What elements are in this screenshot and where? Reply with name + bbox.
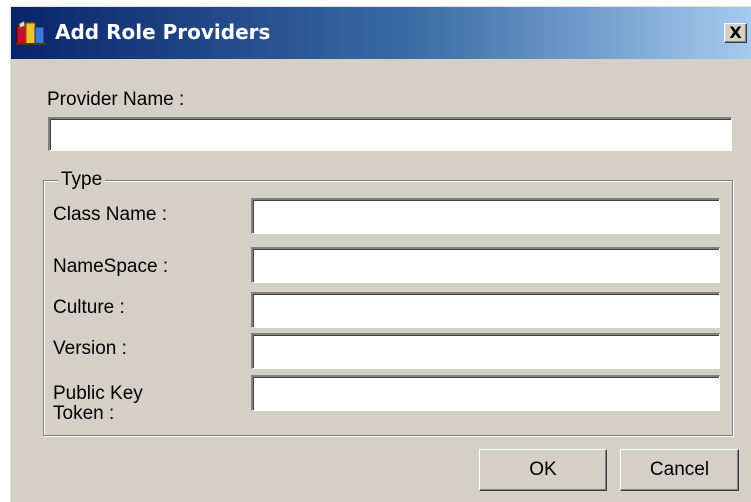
public-key-token-input[interactable]	[251, 375, 720, 411]
public-key-token-label: Public Key Token :	[53, 384, 143, 424]
culture-input[interactable]	[251, 292, 720, 328]
title-bar[interactable]: Add Role Providers X	[11, 7, 751, 59]
provider-name-input[interactable]	[48, 117, 732, 151]
add-role-providers-dialog: Add Role Providers X Provider Name : Typ…	[10, 6, 751, 502]
namespace-input[interactable]	[251, 247, 720, 283]
class-name-label: Class Name :	[53, 204, 168, 225]
type-group-legend: Type	[58, 169, 106, 191]
version-label: Version :	[53, 338, 127, 359]
books-icon	[15, 20, 49, 46]
close-icon: X	[729, 23, 742, 42]
dialog-title: Add Role Providers	[55, 20, 271, 44]
ok-button[interactable]: OK	[479, 449, 607, 491]
class-name-input[interactable]	[251, 198, 720, 234]
provider-name-label: Provider Name :	[47, 89, 185, 110]
close-button[interactable]: X	[724, 23, 747, 43]
version-input[interactable]	[251, 333, 720, 369]
namespace-label: NameSpace :	[53, 256, 169, 277]
cancel-button[interactable]: Cancel	[620, 449, 739, 491]
culture-label: Culture :	[53, 297, 125, 318]
